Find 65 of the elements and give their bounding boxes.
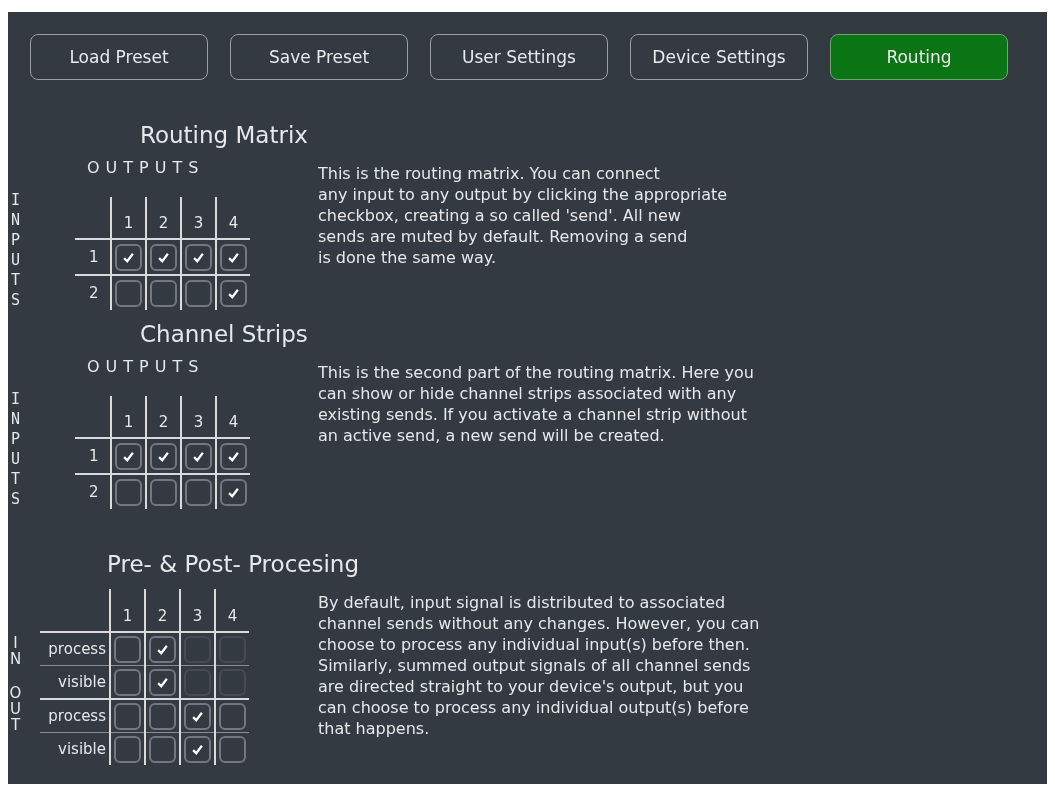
section-title: Channel Strips [140,320,309,349]
section-title: Routing Matrix [140,121,309,150]
row-header: process [40,699,110,733]
checkbox[interactable] [115,279,142,307]
toolbar-button[interactable]: Routing [830,34,1008,80]
column-header: 3 [181,197,216,239]
column-header: 4 [216,197,250,239]
checkbox[interactable] [150,279,177,307]
checkbox[interactable] [220,478,247,506]
axis-label: OUTPUTS [87,356,206,377]
row-header: process [40,632,110,666]
row-header: 1 [75,438,111,474]
checkbox[interactable] [219,735,246,763]
row-header: visible [40,732,110,765]
checkbox[interactable] [185,442,212,470]
row-header: 1 [75,239,111,275]
checkbox[interactable] [115,478,142,506]
toolbar-button[interactable]: Save Preset [230,34,408,80]
description-text: By default, input signal is distributed to associated channel sends without any changes. However, you can choose to process any individual input(s) before then. Similarly, summed output signals of all channel sends are directed straight to your device's output, but you can choose to process any individual output(s) before that happens. [318,592,760,740]
axis-label: OUTPUTS [87,157,206,178]
description-text: This is the second part of the routing matrix. Here you can show or hide channel strips associated with any existing sends. If you activate a channel strip without an active send, a new send will be created. [318,362,754,447]
checkbox[interactable] [114,668,141,696]
column-header: 2 [146,396,181,438]
checkbox[interactable] [114,635,141,663]
row-header: visible [40,665,110,699]
checkbox[interactable] [184,702,211,730]
checkbox[interactable] [220,279,247,307]
checkbox[interactable] [114,702,141,730]
checkbox[interactable] [184,735,211,763]
checkbox[interactable] [115,442,142,470]
toolbar-button[interactable]: Device Settings [630,34,808,80]
column-header: 3 [180,589,215,632]
column-header: 4 [215,589,249,632]
checkbox[interactable] [220,442,247,470]
toolbar-button[interactable]: Load Preset [30,34,208,80]
description-text: This is the routing matrix. You can connect any input to any output by clicking the appropriate checkbox, creating a so called 'send'. All new sends are muted by default. Removing a send is done the same way. [318,163,728,269]
checkbox[interactable] [149,735,176,763]
column-header: 2 [146,197,181,239]
checkbox[interactable] [115,243,142,271]
toolbar-button[interactable]: User Settings [430,34,608,80]
checkbox[interactable] [149,668,176,696]
row-header: 2 [75,275,111,310]
checkbox[interactable] [219,702,246,730]
column-header: 1 [111,396,146,438]
checkbox[interactable] [150,243,177,271]
axis-label: OUT [8,685,23,733]
row-header: 2 [75,474,111,509]
column-header: 4 [216,396,250,438]
column-header: 1 [110,589,145,632]
axis-label: IN [8,635,23,667]
column-header: 3 [181,396,216,438]
column-header: 2 [145,589,180,632]
section-title: Pre- & Post- Procesing [107,550,360,579]
checkbox[interactable] [150,478,177,506]
checkbox[interactable] [149,702,176,730]
checkbox[interactable] [114,735,141,763]
axis-label: INPUTS [10,190,21,310]
checkbox[interactable] [150,442,177,470]
checkbox[interactable] [220,243,247,271]
checkbox[interactable] [149,635,176,663]
checkbox[interactable] [185,478,212,506]
checkbox[interactable] [185,279,212,307]
axis-label: INPUTS [10,389,21,509]
checkbox[interactable] [185,243,212,271]
column-header: 1 [111,197,146,239]
